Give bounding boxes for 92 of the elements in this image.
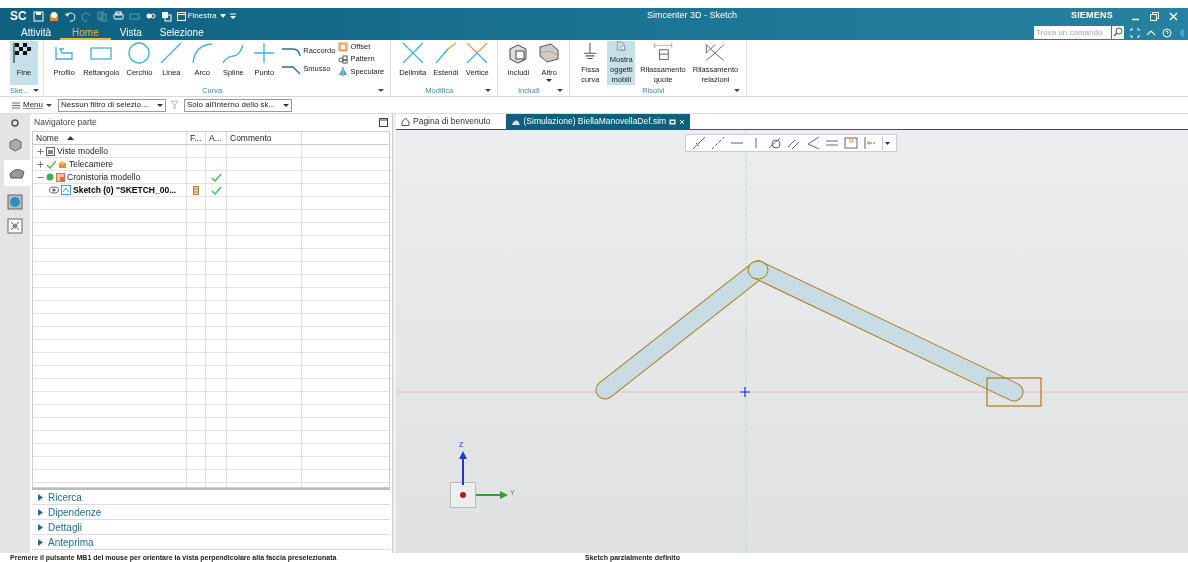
- expand-icon[interactable]: [37, 160, 44, 168]
- origin-marker-icon: [739, 386, 751, 398]
- brand-name: SIEMENS: [1070, 9, 1113, 23]
- ribbon-tab[interactable]: Selezione: [150, 25, 213, 40]
- caret-icon[interactable]: [485, 88, 492, 93]
- fillet-icon: [281, 46, 302, 58]
- caret-icon[interactable]: [734, 88, 741, 93]
- close-icon[interactable]: [1169, 11, 1178, 21]
- tree-item[interactable]: Cronistoria modello: [67, 170, 141, 184]
- panel-header[interactable]: Dettagli: [32, 520, 390, 535]
- extend-icon: [433, 41, 458, 65]
- fullscreen-icon[interactable]: [1130, 27, 1140, 38]
- sketch-icon: [61, 185, 71, 195]
- angle-icon[interactable]: [806, 136, 820, 150]
- column-header[interactable]: F...: [187, 132, 206, 144]
- plus-icon: [252, 41, 277, 65]
- column-header[interactable]: A...: [206, 132, 227, 144]
- offset-icon: [338, 41, 349, 52]
- tree-item[interactable]: Telecamere: [69, 157, 113, 171]
- customize-icon[interactable]: [228, 12, 237, 20]
- eye-icon[interactable]: [49, 186, 59, 194]
- open-icon[interactable]: [48, 10, 60, 22]
- panel-header[interactable]: Ricerca: [32, 490, 390, 505]
- trim-icon: [400, 41, 425, 65]
- line-icon: [159, 41, 184, 65]
- expand-icon[interactable]: [37, 147, 44, 155]
- surface-icon: [537, 41, 562, 65]
- panel-header[interactable]: Anteprima: [32, 535, 390, 550]
- tangent-icon[interactable]: [768, 136, 782, 150]
- dashed-line-icon[interactable]: [711, 136, 725, 150]
- y-axis-icon: [476, 491, 508, 499]
- origin-icon: [450, 482, 476, 508]
- caret-icon[interactable]: [218, 12, 227, 20]
- slider-block-drawing[interactable]: [986, 377, 1042, 407]
- caret-icon[interactable]: [33, 88, 40, 93]
- check-icon[interactable]: [46, 159, 56, 169]
- ribbon-tab[interactable]: Attività: [12, 25, 60, 40]
- roles-icon[interactable]: [7, 218, 23, 234]
- ribbon-tab[interactable]: Vista: [110, 25, 151, 40]
- caret-icon[interactable]: [885, 141, 890, 145]
- view-icon[interactable]: [144, 10, 156, 22]
- filter-dropdown[interactable]: Solo all'interno dello sk...: [184, 98, 292, 112]
- status-icon: [46, 173, 54, 181]
- caret-icon: [283, 102, 289, 108]
- search-field[interactable]: Trova un comando: [1034, 26, 1111, 39]
- view-icon: [46, 146, 55, 156]
- restore-icon[interactable]: [1150, 11, 1159, 21]
- camera-icon: [58, 159, 67, 169]
- circle-icon: [127, 41, 152, 65]
- filter-dropdown[interactable]: Nessun filtro di selezio...: [58, 98, 166, 112]
- feature-icon: [193, 185, 199, 195]
- caret-icon: [157, 102, 163, 108]
- maximize-icon[interactable]: [379, 118, 388, 127]
- tree-item[interactable]: Sketch (0) "SKETCH_00...: [73, 183, 177, 197]
- search-icon[interactable]: [1112, 26, 1124, 39]
- save-icon[interactable]: [32, 10, 44, 22]
- chamfer-icon: [281, 64, 302, 76]
- gear-icon[interactable]: [10, 118, 20, 128]
- history-icon: [56, 172, 65, 182]
- window-menu[interactable]: Finestra: [176, 10, 217, 22]
- column-header[interactable]: Nome: [33, 132, 187, 144]
- endpoint-icon[interactable]: [692, 136, 706, 150]
- column-header[interactable]: Commento: [227, 132, 302, 144]
- part-icon[interactable]: [7, 136, 23, 152]
- caret-icon: [46, 102, 52, 108]
- caret-icon[interactable]: [378, 88, 385, 93]
- sort-icon: [66, 135, 74, 141]
- pivot-drawing[interactable]: [747, 260, 769, 280]
- undo-icon[interactable]: [64, 10, 76, 22]
- ribbon-tab[interactable]: Home: [60, 25, 111, 40]
- window-menu-label: Finestra: [187, 10, 217, 22]
- arc-icon: [190, 41, 215, 65]
- help-icon[interactable]: [1162, 27, 1172, 38]
- pattern-icon: [338, 53, 349, 64]
- menu-icon: [12, 101, 20, 109]
- print-icon[interactable]: [112, 10, 124, 22]
- window-title: Simcenter 3D - Sketch: [647, 9, 738, 23]
- app-logo: SC: [10, 8, 27, 25]
- tree-item[interactable]: Viste modello: [57, 144, 108, 158]
- z-axis-icon: [459, 451, 467, 485]
- menu-button[interactable]: Menu: [12, 99, 52, 111]
- mirror-icon: [338, 66, 349, 77]
- pin-icon[interactable]: [669, 118, 677, 125]
- close-icon[interactable]: [679, 118, 686, 125]
- panel-title: Navigatore parte: [34, 116, 97, 129]
- windows-icon[interactable]: [160, 10, 172, 22]
- window-icon: [176, 11, 186, 21]
- document-tab[interactable]: Pagina di benvenuto: [396, 114, 496, 129]
- home-icon: [401, 117, 410, 126]
- panel-header[interactable]: Dipendenze: [32, 505, 390, 520]
- corner-icon: [465, 41, 490, 65]
- document-tab[interactable]: (Simulazione) BiellaManovellaDef.sim: [505, 114, 691, 129]
